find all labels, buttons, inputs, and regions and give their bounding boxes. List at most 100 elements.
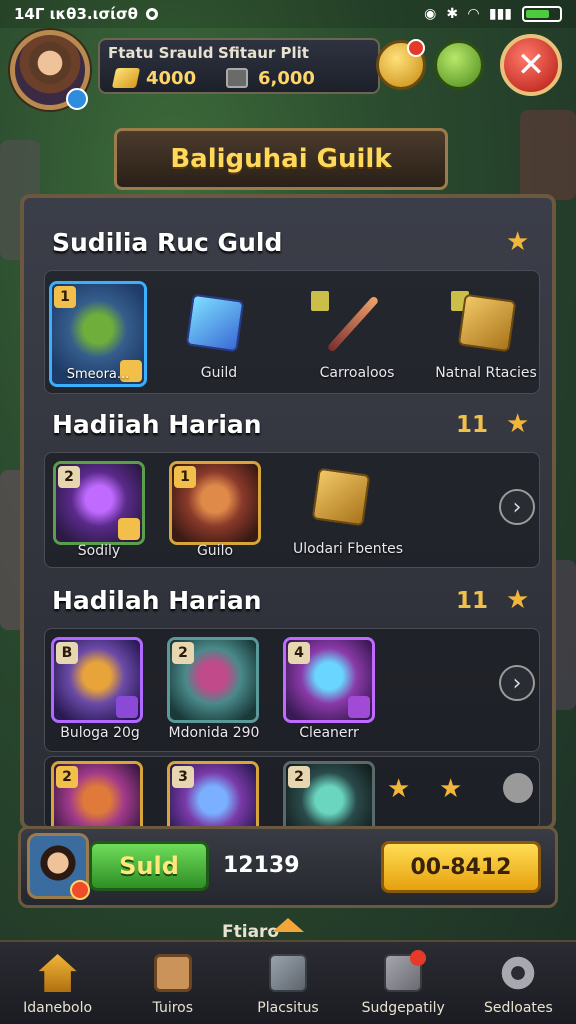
item-caption: Natnal Rtacies — [435, 365, 537, 381]
section-title: Sudilia Ruc Guld — [52, 228, 283, 257]
card-number: 1 — [174, 466, 196, 488]
action-bar: Suld 12139 00-8412 — [18, 826, 558, 908]
star-icon: ★ — [506, 409, 530, 439]
treasure-cube-icon[interactable] — [457, 293, 517, 353]
item-card[interactable]: 3 — [167, 761, 259, 829]
chevron-right-icon: › — [512, 494, 522, 520]
card-number: 2 — [56, 766, 78, 788]
page-title-plate: Baliguhai Guilk — [114, 128, 448, 190]
item-caption: Guilo — [196, 543, 234, 559]
price-value: 12139 — [223, 853, 300, 878]
item-caption: Buloga 20g — [60, 725, 140, 741]
card-number: 4 — [288, 642, 310, 664]
section-count: 11 — [456, 588, 489, 614]
notification-icon — [145, 8, 158, 20]
box-icon — [269, 954, 307, 992]
gold-purchase-button[interactable]: 00-8412 — [381, 841, 541, 893]
resource2-value: 6,000 — [258, 68, 315, 89]
top-hud: Ftatu Srauld Sfitaur Plit 4000 6,000 ✕ — [10, 30, 566, 110]
item-card[interactable]: 2 — [283, 761, 375, 829]
more-label[interactable]: Ftiaro — [222, 922, 279, 942]
item-caption: Guild — [200, 365, 238, 381]
rune-icon — [116, 696, 138, 718]
chevron-up-icon[interactable] — [272, 918, 304, 932]
close-button[interactable]: ✕ — [500, 34, 562, 96]
guild-cube-icon[interactable] — [185, 293, 245, 353]
bottom-nav: Idanebolo Tuiros Placsitus Sudgepatily S… — [0, 940, 576, 1024]
item-card[interactable]: 2 — [51, 761, 143, 829]
item-caption: Ulodari Fbentes — [292, 541, 404, 557]
gear-icon — [499, 954, 538, 992]
item-caption: Carroaloos — [319, 365, 395, 381]
battery-icon — [522, 6, 562, 22]
shop-icon — [384, 950, 427, 992]
notification-dot-icon — [410, 950, 427, 966]
guild-panel: Sudilia Ruc Guld ★ 1 Smeora... Guild Car… — [20, 194, 556, 830]
nav-item-tours[interactable]: Tuiros — [115, 942, 230, 1024]
item-card[interactable]: B — [51, 637, 143, 723]
card-number: 3 — [172, 766, 194, 788]
gold-cube-icon — [118, 518, 140, 540]
resource2-label: Sfitaur Plit — [218, 44, 309, 62]
nav-label: Sudgepatily — [361, 1000, 445, 1016]
star-icon: ★ — [506, 585, 530, 615]
card-number: 2 — [172, 642, 194, 664]
level-badge-icon — [66, 88, 88, 110]
nav-label: Idanebolo — [23, 1000, 93, 1016]
section-row: B Buloga 20g 2 Mdonida 290 4 Cleanerr › — [44, 628, 540, 752]
star-icon: ★ — [506, 227, 530, 257]
card-number: 2 — [58, 466, 80, 488]
nav-label: Tuiros — [152, 1000, 194, 1016]
section-row: 1 Smeora... Guild Carroaloos Natnal Rtac… — [44, 270, 540, 394]
scroll-button[interactable] — [503, 773, 533, 803]
bars-icon — [311, 291, 329, 311]
page-title: Baliguhai Guilk — [170, 144, 392, 174]
nav-item-places[interactable]: Placsitus — [230, 942, 345, 1024]
card-caption: Smeora... — [66, 367, 130, 382]
status-time: 14Γ ικθ3.ισίσθ — [14, 5, 138, 23]
nav-item-home[interactable]: Idanebolo — [0, 942, 115, 1024]
nav-item-settings[interactable]: Sedloates — [461, 942, 576, 1024]
item-caption: Sodily — [77, 543, 121, 559]
home-icon — [38, 954, 77, 992]
section-row: 2 Sodily 1 Guilo Ulodari Fbentes › — [44, 452, 540, 568]
staff-icon[interactable] — [326, 295, 380, 353]
member-avatar[interactable] — [27, 833, 90, 900]
item-card[interactable]: 1 Smeora... — [49, 281, 147, 387]
gold-shop-button[interactable] — [376, 39, 426, 90]
star-icon: ★ — [439, 774, 463, 804]
card-number: B — [56, 642, 78, 664]
bluetooth-icon: ✱ — [446, 6, 459, 22]
leaf-button[interactable] — [434, 40, 484, 90]
gold-icon — [111, 68, 141, 88]
notification-dot-icon — [407, 39, 425, 57]
alarm-icon: ◉ — [424, 6, 437, 22]
item-card[interactable]: 2 — [167, 637, 259, 723]
section-row-extra: 2 3 2 ★ ★ — [44, 756, 540, 830]
item-card[interactable]: 1 — [169, 461, 261, 545]
next-arrow-button[interactable]: › — [499, 489, 535, 525]
card-number: 1 — [54, 286, 76, 308]
section-title: Hadiiah Harian — [52, 410, 262, 439]
section-count: 11 — [456, 412, 489, 438]
nav-item-shop[interactable]: Sudgepatily — [346, 942, 461, 1024]
item-card[interactable]: 4 — [283, 637, 375, 723]
item-caption: Cleanerr — [299, 725, 359, 741]
section-title: Hadilah Harian — [52, 586, 262, 615]
nav-label: Sedloates — [484, 1000, 553, 1016]
treasure-cube-icon[interactable] — [311, 467, 371, 527]
sold-button[interactable]: Suld — [89, 841, 209, 891]
chest-icon — [226, 68, 248, 88]
signal-icon: ▮▮▮ — [488, 6, 512, 22]
status-bar: 14Γ ικθ3.ισίσθ ◉ ✱ ◠ ▮▮▮ — [0, 0, 576, 28]
item-card[interactable]: 2 — [53, 461, 145, 545]
wifi-icon: ◠ — [468, 6, 479, 22]
item-caption: Mdonida 290 — [168, 725, 260, 741]
next-arrow-button[interactable]: › — [499, 665, 535, 701]
close-icon: ✕ — [516, 45, 546, 85]
map-decoration — [520, 110, 576, 200]
nav-label: Placsitus — [257, 1000, 319, 1016]
star-icon: ★ — [387, 774, 411, 804]
resource1-value: 4000 — [146, 68, 197, 89]
resource-panel: Ftatu Srauld Sfitaur Plit 4000 6,000 — [98, 38, 380, 94]
